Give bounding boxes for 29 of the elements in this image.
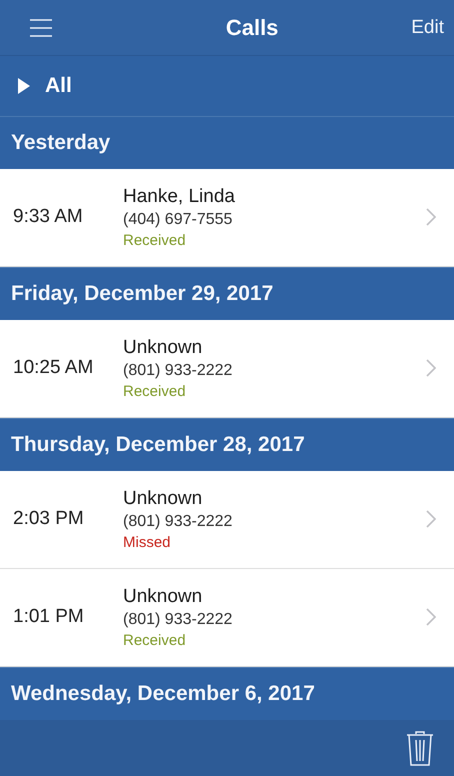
call-time: 2:03 PM: [12, 508, 85, 530]
call-status: Received: [123, 632, 187, 649]
edit-button[interactable]: Edit: [411, 12, 444, 43]
caller-name: Unknown: [123, 488, 204, 510]
call-time: 9:33 AM: [12, 206, 84, 228]
call-status: Missed: [123, 534, 172, 551]
chevron-icon: [426, 510, 436, 528]
call-time: 1:01 PM: [12, 606, 85, 628]
menu-icon[interactable]: [29, 18, 53, 38]
phone-number: (801) 933-2222: [123, 512, 234, 531]
screen-title: Calls: [226, 14, 278, 41]
phone-number: (801) 933-2222: [123, 610, 234, 629]
call-time: 10:25 AM: [12, 357, 94, 380]
call-row[interactable]: 1:01 PM Unknown (801) 933-2222 Received: [0, 568, 454, 667]
phone-number: (404) 697-7555: [123, 210, 234, 229]
call-status: Received: [123, 382, 187, 400]
call-row[interactable]: 10:25 AM Unknown (801) 933-2222 Received: [0, 320, 454, 418]
caller-name: Unknown: [123, 336, 204, 359]
chevron-icon: [426, 208, 436, 226]
filter-toggle[interactable]: All: [0, 56, 454, 116]
caller-name: Hanke, Linda: [123, 186, 236, 208]
caller-name: Unknown: [123, 586, 204, 608]
call-row[interactable]: 2:03 PM Unknown (801) 933-2222 Missed: [0, 470, 454, 569]
call-status: Received: [123, 232, 187, 249]
phone-number: (801) 933-2222: [123, 362, 234, 380]
call-row[interactable]: 9:33 AM Hanke, Linda (404) 697-7555 Received: [0, 168, 454, 267]
chevron-icon: [426, 608, 436, 626]
chevron-icon: [426, 359, 436, 378]
trash-icon[interactable]: [406, 730, 434, 766]
